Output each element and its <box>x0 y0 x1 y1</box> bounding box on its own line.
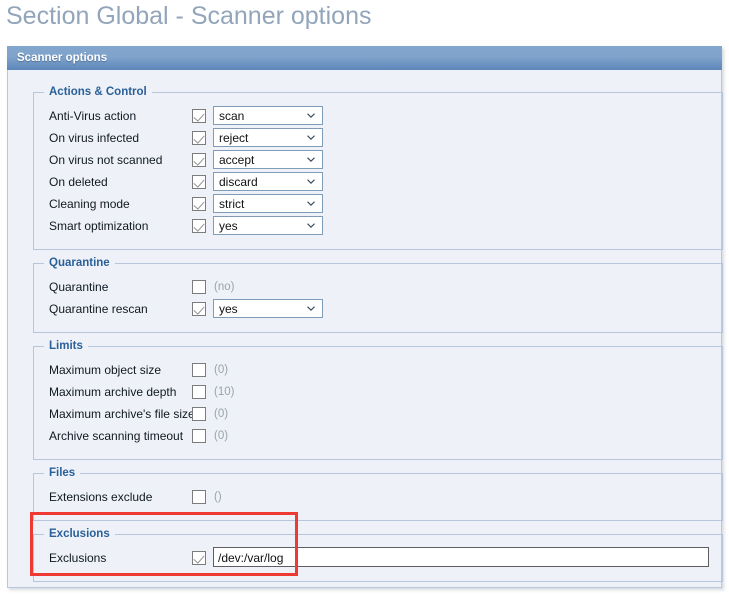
option-label-quarantine-rescan: Quarantine rescan <box>49 302 148 316</box>
option-label-on-virus-infected: On virus infected <box>49 131 140 145</box>
option-label-archive-scanning-timeout: Archive scanning timeout <box>49 429 184 443</box>
fieldset-quarantine: Quarantine Quarantine (no) Quarantine resca… <box>33 257 723 333</box>
option-label-quarantine: Quarantine <box>49 280 109 294</box>
page-title: Section Global - Scanner options <box>6 2 372 30</box>
select-on-virus-infected[interactable]: reject <box>213 128 323 147</box>
select-cleaning-mode[interactable]: strict <box>213 194 323 213</box>
option-label-on-deleted: On deleted <box>49 175 108 189</box>
option-label-maximum-archive-depth: Maximum archive depth <box>49 385 177 399</box>
checkbox-anti-virus-action[interactable] <box>192 109 206 123</box>
option-row: Maximum archive's file size (0) <box>34 405 722 427</box>
checkbox-maximum-archive-depth[interactable] <box>192 385 206 399</box>
checkbox-cleaning-mode[interactable] <box>192 197 206 211</box>
option-label-exclusions: Exclusions <box>49 551 107 565</box>
select-value-cleaning-mode: strict <box>219 197 245 211</box>
fieldset-legend-actions-control: Actions & Control <box>44 86 152 98</box>
checkbox-quarantine[interactable] <box>192 280 206 294</box>
select-quarantine-rescan[interactable]: yes <box>213 299 323 318</box>
option-label-maximum-object-size: Maximum object size <box>49 363 162 377</box>
select-on-deleted[interactable]: discard <box>213 172 323 191</box>
select-value-quarantine-rescan: yes <box>219 302 238 316</box>
chevron-down-icon <box>307 135 315 140</box>
readonly-value-quarantine: (no) <box>214 281 235 293</box>
chevron-down-icon <box>307 113 315 118</box>
select-value-anti-virus-action: scan <box>219 109 245 123</box>
option-row: Exclusions/dev:/var/log <box>34 547 722 571</box>
select-smart-optimization[interactable]: yes <box>213 216 323 235</box>
checkbox-smart-optimization[interactable] <box>192 219 206 233</box>
panel-header-title: Scanner options <box>7 46 722 70</box>
option-label-cleaning-mode: Cleaning mode <box>49 197 130 211</box>
checkbox-on-virus-infected[interactable] <box>192 131 206 145</box>
fieldset-files: Files Extensions exclude () <box>33 467 723 521</box>
select-value-on-virus-infected: reject <box>219 131 249 145</box>
checkbox-quarantine-rescan[interactable] <box>192 302 206 316</box>
select-anti-virus-action[interactable]: scan <box>213 106 323 125</box>
option-row: Cleaning mode strict <box>34 194 722 217</box>
option-label-smart-optimization: Smart optimization <box>49 219 149 233</box>
input-value-exclusions: /dev:/var/log <box>218 551 284 565</box>
select-value-on-virus-not-scanned: accept <box>219 153 255 167</box>
fieldset-legend-limits: Limits <box>44 340 88 352</box>
readonly-value-maximum-object-size: (0) <box>214 364 229 376</box>
input-exclusions[interactable]: /dev:/var/log <box>213 547 709 567</box>
option-row: Archive scanning timeout (0) <box>34 427 722 449</box>
option-row: Anti-Virus action scan <box>34 106 722 129</box>
option-row: Maximum archive depth (10) <box>34 383 722 405</box>
option-row: Maximum object size (0) <box>34 361 722 383</box>
scanner-options-page: Section Global - Scanner options Scanner… <box>0 0 729 608</box>
checkbox-extensions-exclude[interactable] <box>192 490 206 504</box>
select-value-smart-optimization: yes <box>219 219 238 233</box>
option-row: Quarantine rescan yes <box>34 299 722 322</box>
option-row: On virus not scanned accept <box>34 150 722 173</box>
readonly-value-maximum-archive-depth: (10) <box>214 386 235 398</box>
option-label-on-virus-not-scanned: On virus not scanned <box>49 153 163 167</box>
fieldset-legend-files: Files <box>44 467 81 479</box>
checkbox-archive-scanning-timeout[interactable] <box>192 429 206 443</box>
chevron-down-icon <box>307 179 315 184</box>
option-row: Quarantine (no) <box>34 278 722 300</box>
readonly-value-archive-scanning-timeout: (0) <box>214 430 229 442</box>
option-label-extensions-exclude: Extensions exclude <box>49 490 153 504</box>
fieldset-exclusions: Exclusions Exclusions/dev:/var/log <box>33 528 723 582</box>
option-row: Smart optimization yes <box>34 216 722 239</box>
chevron-down-icon <box>307 157 315 162</box>
select-value-on-deleted: discard <box>219 175 258 189</box>
option-row: On deleted discard <box>34 172 722 195</box>
readonly-value-maximum-archive-s-file-size: (0) <box>214 408 229 420</box>
option-label-anti-virus-action: Anti-Virus action <box>49 109 137 123</box>
fieldset-legend-quarantine: Quarantine <box>44 257 115 269</box>
chevron-down-icon <box>307 306 315 311</box>
option-row: On virus infected reject <box>34 128 722 151</box>
readonly-value-extensions-exclude: () <box>214 491 222 503</box>
fieldset-actions-control: Actions & Control Anti-Virus action scan On… <box>33 86 723 250</box>
option-label-maximum-archive-s-file-size: Maximum archive's file size <box>49 407 195 421</box>
checkbox-on-deleted[interactable] <box>192 175 206 189</box>
fieldset-legend-exclusions: Exclusions <box>44 528 115 540</box>
select-on-virus-not-scanned[interactable]: accept <box>213 150 323 169</box>
fieldset-limits: Limits Maximum object size (0) Maximum arch… <box>33 340 723 460</box>
option-row: Extensions exclude () <box>34 488 722 510</box>
chevron-down-icon <box>307 223 315 228</box>
chevron-down-icon <box>307 201 315 206</box>
checkbox-maximum-object-size[interactable] <box>192 363 206 377</box>
checkbox-exclusions[interactable] <box>192 551 206 565</box>
checkbox-maximum-archive-s-file-size[interactable] <box>192 407 206 421</box>
checkbox-on-virus-not-scanned[interactable] <box>192 153 206 167</box>
